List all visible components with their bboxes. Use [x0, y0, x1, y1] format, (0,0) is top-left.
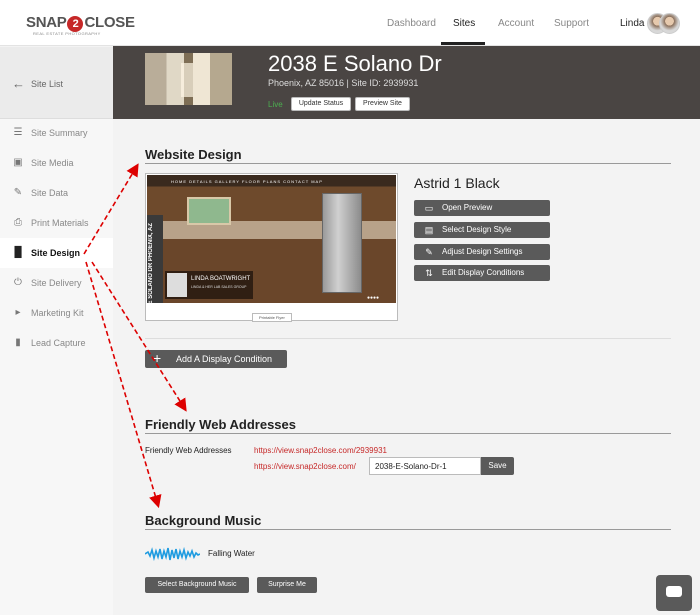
- add-display-condition-button[interactable]: + Add A Display Condition: [145, 350, 287, 368]
- status-badge: Live: [268, 100, 283, 109]
- monitor-icon: ▭: [424, 203, 434, 213]
- waveform-icon: [145, 546, 200, 562]
- media-icon: ▣: [13, 157, 23, 168]
- nav-account[interactable]: Account: [498, 18, 534, 29]
- design-name: Astrid 1 Black: [414, 175, 500, 191]
- preview-window: [187, 197, 231, 225]
- friendly-addresses-title: Friendly Web Addresses: [145, 417, 296, 432]
- surprise-me-button[interactable]: Surprise Me: [257, 577, 317, 593]
- edit-display-conditions-button[interactable]: ⇅ Edit Display Conditions: [414, 265, 550, 281]
- update-status-button[interactable]: Update Status: [291, 97, 351, 111]
- sidebar-item-site-design[interactable]: █ Site Design: [0, 238, 113, 268]
- logo-text-post: CLOSE: [84, 14, 135, 31]
- site-subtitle: Phoenix, AZ 85016 | Site ID: 2939931: [268, 78, 419, 88]
- brand-logo[interactable]: SNAP 2 CLOSE: [26, 14, 135, 32]
- phone-icon: ▮: [15, 337, 21, 348]
- custom-url-slug-input[interactable]: [369, 457, 481, 475]
- sidebar-item-lead-capture[interactable]: ▮ Lead Capture: [0, 328, 113, 358]
- adjust-design-settings-button[interactable]: ✎ Adjust Design Settings: [414, 244, 550, 260]
- sidebar-item-label: Site Summary: [31, 128, 88, 138]
- sidebar-item-marketing-kit[interactable]: ▸ Marketing Kit: [0, 298, 113, 328]
- nav-sites[interactable]: Sites: [453, 18, 475, 29]
- friendly-addresses-label: Friendly Web Addresses: [145, 446, 232, 455]
- printer-icon: ⎙: [14, 217, 22, 228]
- nav-active-indicator: [441, 42, 485, 45]
- sidebar-item-site-data[interactable]: ✎ Site Data: [0, 178, 113, 208]
- section-divider: [145, 529, 671, 530]
- sidebar-item-site-media[interactable]: ▣ Site Media: [0, 148, 113, 178]
- sidebar-item-label: Site Design: [31, 248, 81, 258]
- list-icon: ☰: [13, 127, 23, 138]
- music-track-name: Falling Water: [208, 549, 255, 558]
- sidebar: ← Site List ☰ Site Summary ▣ Site Media …: [0, 47, 113, 615]
- nav-dashboard[interactable]: Dashboard: [387, 18, 436, 29]
- design-preview[interactable]: HOME DETAILS GALLERY FLOOR PLANS CONTACT…: [145, 173, 398, 322]
- sidebar-item-label: Marketing Kit: [31, 308, 84, 318]
- social-icons: ●●●●: [367, 295, 380, 301]
- arrow-left-icon: ←: [12, 76, 25, 91]
- custom-url-prefix: https://view.snap2close.com/: [254, 462, 356, 471]
- layout-icon: ▤: [424, 225, 434, 235]
- section-divider: [145, 163, 671, 164]
- power-icon: ⏻: [14, 277, 22, 288]
- preview-agent-photo: [167, 273, 187, 297]
- button-label: Adjust Design Settings: [442, 247, 523, 256]
- sidebar-item-label: Site Delivery: [31, 278, 82, 288]
- site-list-label: Site List: [31, 79, 64, 89]
- button-label: Add A Display Condition: [176, 354, 273, 364]
- printable-flyer-tab[interactable]: Printable Flyer: [252, 313, 292, 322]
- sidebar-item-print-materials[interactable]: ⎙ Print Materials: [0, 208, 113, 238]
- plus-icon: +: [153, 350, 162, 366]
- page-title: 2038 E Solano Dr: [268, 51, 442, 76]
- site-list-link[interactable]: ← Site List: [0, 47, 113, 119]
- logo-text-pre: SNAP: [26, 14, 67, 31]
- site-header: 2038 E Solano Dr Phoenix, AZ 85016 | Sit…: [113, 46, 700, 119]
- button-label: Select Design Style: [442, 225, 512, 234]
- pencil-icon: ✎: [13, 187, 23, 198]
- megaphone-icon: ▸: [15, 307, 21, 318]
- select-design-style-button[interactable]: ▤ Select Design Style: [414, 222, 550, 238]
- sidebar-item-label: Lead Capture: [31, 338, 86, 348]
- button-label: Open Preview: [442, 203, 493, 212]
- avatar-secondary[interactable]: [659, 13, 680, 34]
- save-button[interactable]: Save: [481, 457, 514, 475]
- preview-site-button[interactable]: Preview Site: [355, 97, 410, 111]
- preview-agent-card: LINDA BOATWRIGHT LINDA & HER LAB SALES G…: [165, 271, 253, 299]
- section-divider: [145, 338, 671, 339]
- sidebar-item-label: Site Data: [31, 188, 69, 198]
- preview-agent-name: LINDA BOATWRIGHT: [191, 276, 251, 282]
- open-preview-button[interactable]: ▭ Open Preview: [414, 200, 550, 216]
- section-divider: [145, 433, 671, 434]
- sidebar-item-label: Site Media: [31, 158, 74, 168]
- top-navigation: SNAP 2 CLOSE REAL ESTATE PHOTOGRAPHY Dashb…: [0, 0, 700, 46]
- select-background-music-button[interactable]: Select Background Music: [145, 577, 249, 593]
- button-label: Edit Display Conditions: [442, 268, 525, 277]
- preview-nav: HOME DETAILS GALLERY FLOOR PLANS CONTACT…: [171, 179, 323, 184]
- preview-vertical-title: 2038 E SOLANO DR PHOENIX, AZ: [148, 223, 154, 320]
- logo-text-mid: 2: [67, 16, 84, 32]
- site-thumbnail: [145, 53, 232, 105]
- preview-fridge: [322, 193, 362, 293]
- sidebar-item-label: Print Materials: [31, 218, 89, 228]
- sidebar-item-site-summary[interactable]: ☰ Site Summary: [0, 118, 113, 148]
- logo-tagline: REAL ESTATE PHOTOGRAPHY: [33, 31, 101, 36]
- brush-icon: ✎: [425, 247, 433, 257]
- website-design-title: Website Design: [145, 147, 242, 162]
- brush-icon: █: [14, 247, 22, 258]
- site-url-link[interactable]: https://view.snap2close.com/2939931: [254, 446, 387, 455]
- preview-agent-company: LINDA & HER LAB SALES GROUP: [191, 285, 247, 289]
- chat-widget-button[interactable]: [656, 575, 692, 611]
- background-music-title: Background Music: [145, 513, 262, 528]
- sort-icon: ⇅: [425, 268, 433, 278]
- nav-support[interactable]: Support: [554, 18, 589, 29]
- preview-image: HOME DETAILS GALLERY FLOOR PLANS CONTACT…: [147, 175, 396, 319]
- sidebar-item-site-delivery[interactable]: ⏻ Site Delivery: [0, 268, 113, 298]
- user-name[interactable]: Linda: [620, 18, 644, 29]
